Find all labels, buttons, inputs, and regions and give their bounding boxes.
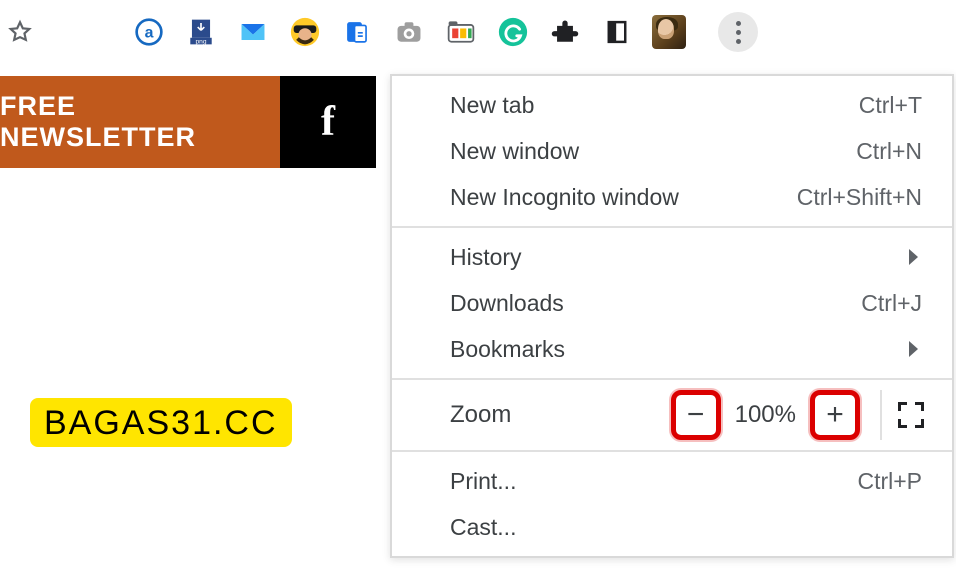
print-label: Print... bbox=[450, 468, 516, 495]
new-window-shortcut: Ctrl+N bbox=[856, 138, 922, 165]
menu-item-new-tab[interactable]: New tab Ctrl+T bbox=[392, 82, 952, 128]
save-to-pocket-icon[interactable] bbox=[340, 15, 374, 49]
svg-text:a: a bbox=[145, 24, 154, 41]
bookmarks-label: Bookmarks bbox=[450, 336, 565, 363]
new-incognito-label: New Incognito window bbox=[450, 184, 679, 211]
menu-item-zoom: Zoom − 100% + bbox=[392, 380, 952, 452]
profile-avatar[interactable] bbox=[652, 15, 686, 49]
facebook-button[interactable]: f bbox=[280, 76, 376, 168]
new-tab-label: New tab bbox=[450, 92, 534, 119]
downloads-label: Downloads bbox=[450, 290, 564, 317]
minus-icon: − bbox=[687, 400, 705, 430]
amazon-assistant-icon[interactable]: a bbox=[132, 15, 166, 49]
blank-extension-icon[interactable] bbox=[80, 15, 114, 49]
menu-section-windows: New tab Ctrl+T New window Ctrl+N New Inc… bbox=[392, 76, 952, 228]
menu-item-downloads[interactable]: Downloads Ctrl+J bbox=[392, 280, 952, 326]
zoom-in-button[interactable]: + bbox=[810, 390, 860, 440]
menu-item-bookmarks[interactable]: Bookmarks bbox=[392, 326, 952, 372]
submenu-arrow-icon bbox=[909, 249, 918, 265]
free-newsletter-banner[interactable]: FREE NEWSLETTER bbox=[0, 76, 280, 168]
reading-list-icon[interactable] bbox=[600, 15, 634, 49]
inbox-mail-icon[interactable] bbox=[236, 15, 270, 49]
menu-item-new-window[interactable]: New window Ctrl+N bbox=[392, 128, 952, 174]
zoom-percentage: 100% bbox=[729, 401, 802, 429]
buddy-avatar-icon[interactable] bbox=[288, 15, 322, 49]
menu-section-print: Print... Ctrl+P Cast... bbox=[392, 452, 952, 556]
print-shortcut: Ctrl+P bbox=[857, 468, 922, 495]
png-download-icon[interactable]: png bbox=[184, 15, 218, 49]
grammarly-icon[interactable] bbox=[496, 15, 530, 49]
new-tab-shortcut: Ctrl+T bbox=[859, 92, 922, 119]
menu-item-history[interactable]: History bbox=[392, 234, 952, 280]
bookmark-star-icon[interactable] bbox=[6, 18, 34, 46]
tab-snooze-icon[interactable] bbox=[444, 15, 478, 49]
fullscreen-icon bbox=[898, 402, 924, 428]
submenu-arrow-icon bbox=[909, 341, 918, 357]
plus-icon: + bbox=[826, 400, 844, 430]
history-label: History bbox=[450, 244, 522, 271]
newsletter-label: FREE NEWSLETTER bbox=[0, 91, 280, 153]
zoom-label: Zoom bbox=[450, 401, 671, 429]
kebab-menu-button[interactable] bbox=[718, 12, 758, 52]
extensions-puzzle-icon[interactable] bbox=[548, 15, 582, 49]
svg-text:png: png bbox=[196, 39, 207, 46]
zoom-controls: − 100% + bbox=[671, 390, 940, 440]
facebook-icon: f bbox=[321, 98, 335, 146]
new-window-label: New window bbox=[450, 138, 579, 165]
zoom-out-button[interactable]: − bbox=[671, 390, 721, 440]
browser-toolbar: a png bbox=[0, 0, 956, 64]
menu-item-cast[interactable]: Cast... bbox=[392, 504, 952, 550]
fullscreen-button[interactable] bbox=[880, 390, 940, 440]
menu-item-new-incognito[interactable]: New Incognito window Ctrl+Shift+N bbox=[392, 174, 952, 220]
cast-label: Cast... bbox=[450, 514, 516, 541]
watermark-badge: BAGAS31.CC bbox=[30, 398, 292, 447]
chrome-main-menu: New tab Ctrl+T New window Ctrl+N New Inc… bbox=[390, 74, 954, 558]
menu-section-history: History Downloads Ctrl+J Bookmarks bbox=[392, 228, 952, 380]
camera-screenshot-icon[interactable] bbox=[392, 15, 426, 49]
new-incognito-shortcut: Ctrl+Shift+N bbox=[797, 184, 922, 211]
downloads-shortcut: Ctrl+J bbox=[861, 290, 922, 317]
menu-item-print[interactable]: Print... Ctrl+P bbox=[392, 458, 952, 504]
extension-icons-row: a png bbox=[80, 12, 770, 52]
